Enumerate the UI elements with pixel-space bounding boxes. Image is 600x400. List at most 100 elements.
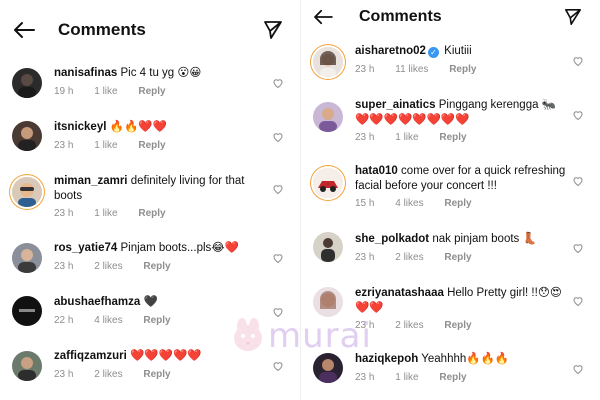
comment-username[interactable]: hata010 xyxy=(355,165,398,177)
page-title: Comments xyxy=(359,8,442,25)
comment-likes[interactable]: 1 like xyxy=(94,208,117,219)
send-icon[interactable] xyxy=(562,6,584,28)
comment-time: 23 h xyxy=(355,252,375,263)
comment-text: Pinjam boots...pls😂❤️ xyxy=(120,242,240,254)
comment-text: 🖤 xyxy=(143,296,158,308)
reply-button[interactable]: Reply xyxy=(143,369,170,380)
comment-text: Yeahhhh🔥🔥🔥 xyxy=(421,353,510,365)
heart-icon[interactable] xyxy=(272,359,286,373)
avatar[interactable] xyxy=(12,177,42,207)
comment-username[interactable]: zaffiqzamzuri xyxy=(54,350,127,362)
comment-likes[interactable]: 1 like xyxy=(395,372,418,383)
comment-time: 23 h xyxy=(54,369,74,380)
heart-icon[interactable] xyxy=(572,174,586,188)
comment-likes[interactable]: 2 likes xyxy=(395,252,423,263)
reply-button[interactable]: Reply xyxy=(138,86,165,97)
comment-time: 22 h xyxy=(54,315,74,326)
comments-header: Comments xyxy=(301,2,600,32)
comment-username[interactable]: nanisafinas xyxy=(54,67,117,79)
heart-icon[interactable] xyxy=(272,130,286,144)
comment-username[interactable]: miman_zamri xyxy=(54,175,128,187)
comment-time: 19 h xyxy=(54,86,74,97)
avatar[interactable] xyxy=(313,353,343,383)
send-icon[interactable] xyxy=(262,19,284,41)
heart-icon[interactable] xyxy=(572,54,586,68)
comment-item: nanisafinas Pic 4 tu yg 😮😀 19 h 1 like R… xyxy=(0,64,300,104)
heart-icon[interactable] xyxy=(272,76,286,90)
reply-button[interactable]: Reply xyxy=(138,208,165,219)
comment-time: 23 h xyxy=(54,261,74,272)
comment-text: nak pinjam boots 👢 xyxy=(432,233,537,245)
comment-username[interactable]: abushaefhamza xyxy=(54,296,140,308)
heart-icon[interactable] xyxy=(272,305,286,319)
comment-item: ezriyanatashaaa Hello Pretty girl! !!😯😍 … xyxy=(301,284,600,334)
comment-time: 23 h xyxy=(355,64,375,75)
avatar[interactable] xyxy=(313,287,343,317)
reply-button[interactable]: Reply xyxy=(143,315,170,326)
comment-likes[interactable]: 2 likes xyxy=(395,320,423,331)
avatar[interactable] xyxy=(313,47,343,77)
reply-button[interactable]: Reply xyxy=(444,198,471,209)
avatar[interactable] xyxy=(313,232,343,262)
comment-item: miman_zamri definitely living for that b… xyxy=(0,172,300,224)
comment-text: Kiutiii xyxy=(444,45,472,57)
comment-username[interactable]: she_polkadot xyxy=(355,233,429,245)
comment-text: Pic 4 tu yg 😮😀 xyxy=(120,67,202,79)
comment-likes[interactable]: 4 likes xyxy=(395,198,423,209)
comment-likes[interactable]: 2 likes xyxy=(94,369,122,380)
back-arrow-icon[interactable] xyxy=(311,5,335,29)
heart-icon[interactable] xyxy=(572,108,586,122)
comment-username[interactable]: super_ainatics xyxy=(355,99,436,111)
comment-item: hata010 come over for a quick refreshing… xyxy=(301,164,600,214)
avatar[interactable] xyxy=(313,168,343,198)
comment-likes[interactable]: 1 like xyxy=(395,132,418,143)
heart-icon[interactable] xyxy=(572,294,586,308)
comment-time: 23 h xyxy=(54,140,74,151)
comment-item: haziqkepoh Yeahhhh🔥🔥🔥 23 h 1 like Reply xyxy=(301,350,600,390)
heart-icon[interactable] xyxy=(572,362,586,376)
comment-item: ros_yatie74 Pinjam boots...pls😂❤️ 23 h 2… xyxy=(0,240,300,280)
back-arrow-icon[interactable] xyxy=(12,18,36,42)
heart-icon[interactable] xyxy=(572,241,586,255)
comment-time: 23 h xyxy=(355,372,375,383)
comment-likes[interactable]: 1 like xyxy=(94,86,117,97)
reply-button[interactable]: Reply xyxy=(439,132,466,143)
page-title: Comments xyxy=(58,20,146,39)
comment-item: aisharetno02 ✓ Kiutiii 23 h 11 likes Repl… xyxy=(301,44,600,80)
reply-button[interactable]: Reply xyxy=(449,64,476,75)
heart-icon[interactable] xyxy=(272,251,286,265)
avatar[interactable] xyxy=(313,102,343,132)
comment-likes[interactable]: 4 likes xyxy=(94,315,122,326)
comment-username[interactable]: ros_yatie74 xyxy=(54,242,117,254)
avatar[interactable] xyxy=(12,296,42,326)
comment-username[interactable]: ezriyanatashaaa xyxy=(355,287,444,299)
comment-time: 23 h xyxy=(355,320,375,331)
verified-badge-icon: ✓ xyxy=(427,47,439,58)
avatar[interactable] xyxy=(12,121,42,151)
comment-username[interactable]: haziqkepoh xyxy=(355,353,418,365)
comment-username[interactable]: itsnickeyl xyxy=(54,121,106,133)
comments-header: Comments xyxy=(0,12,300,48)
reply-button[interactable]: Reply xyxy=(439,372,466,383)
avatar[interactable] xyxy=(12,243,42,273)
comments-panel-left: Comments nanisafinas Pic 4 tu yg 😮😀 19 h… xyxy=(0,0,300,400)
reply-button[interactable]: Reply xyxy=(138,140,165,151)
comment-time: 23 h xyxy=(54,208,74,219)
reply-button[interactable]: Reply xyxy=(143,261,170,272)
reply-button[interactable]: Reply xyxy=(444,320,471,331)
comment-text: ❤️❤️❤️❤️❤️ xyxy=(130,350,202,362)
comment-time: 15 h xyxy=(355,198,375,209)
comment-username[interactable]: aisharetno02 xyxy=(355,45,426,57)
avatar[interactable] xyxy=(12,351,42,381)
comment-item: abushaefhamza 🖤 22 h 4 likes Reply xyxy=(0,294,300,334)
comment-item: she_polkadot nak pinjam boots 👢 23 h 2 l… xyxy=(301,230,600,266)
comment-likes[interactable]: 2 likes xyxy=(94,261,122,272)
comment-text: 🔥🔥❤️❤️ xyxy=(109,121,167,133)
reply-button[interactable]: Reply xyxy=(444,252,471,263)
comment-item: itsnickeyl 🔥🔥❤️❤️ 23 h 1 like Reply xyxy=(0,118,300,158)
heart-icon[interactable] xyxy=(272,182,286,196)
comment-likes[interactable]: 1 like xyxy=(94,140,117,151)
comment-likes[interactable]: 11 likes xyxy=(395,64,428,75)
comment-item: zaffiqzamzuri ❤️❤️❤️❤️❤️ 23 h 2 likes Re… xyxy=(0,348,300,388)
avatar[interactable] xyxy=(12,68,42,98)
